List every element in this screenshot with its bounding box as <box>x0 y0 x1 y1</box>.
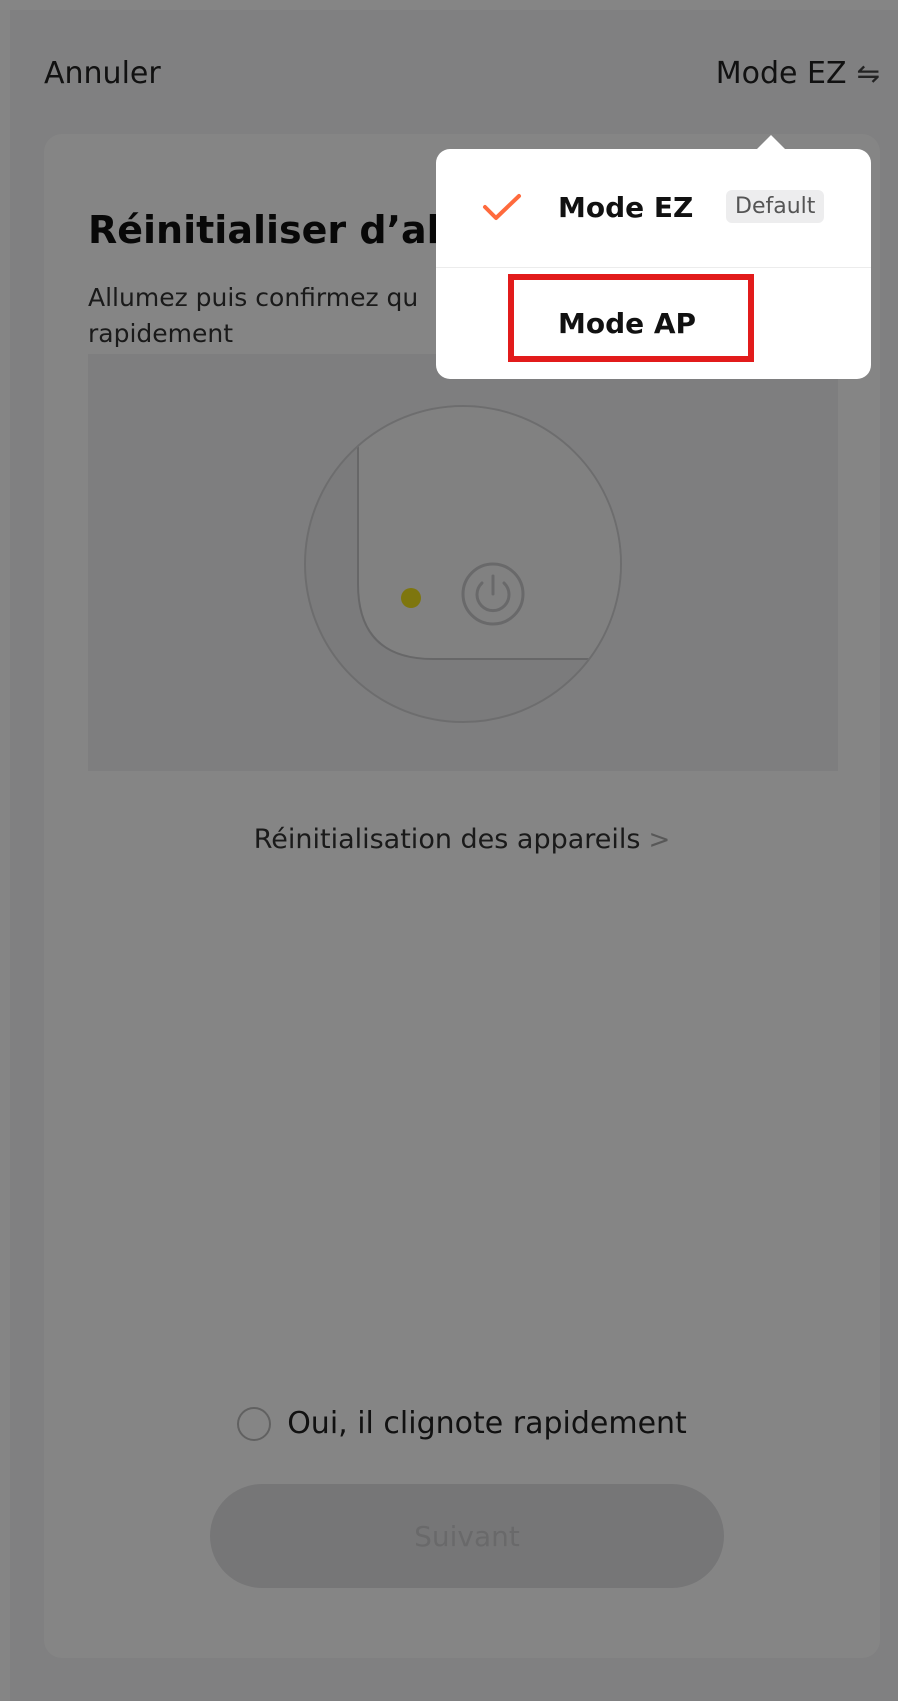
checkmark-icon <box>482 193 522 227</box>
menu-item-mode-ez[interactable]: Mode EZ Default <box>436 149 871 268</box>
menu-item-label: Mode AP <box>558 307 697 340</box>
menu-item-label: Mode EZ <box>558 191 694 224</box>
popover-arrow <box>757 135 785 149</box>
default-badge: Default <box>726 190 825 223</box>
menu-item-mode-ap[interactable]: Mode AP <box>436 268 871 379</box>
mode-popover-menu: Mode EZ Default Mode AP <box>436 135 871 379</box>
